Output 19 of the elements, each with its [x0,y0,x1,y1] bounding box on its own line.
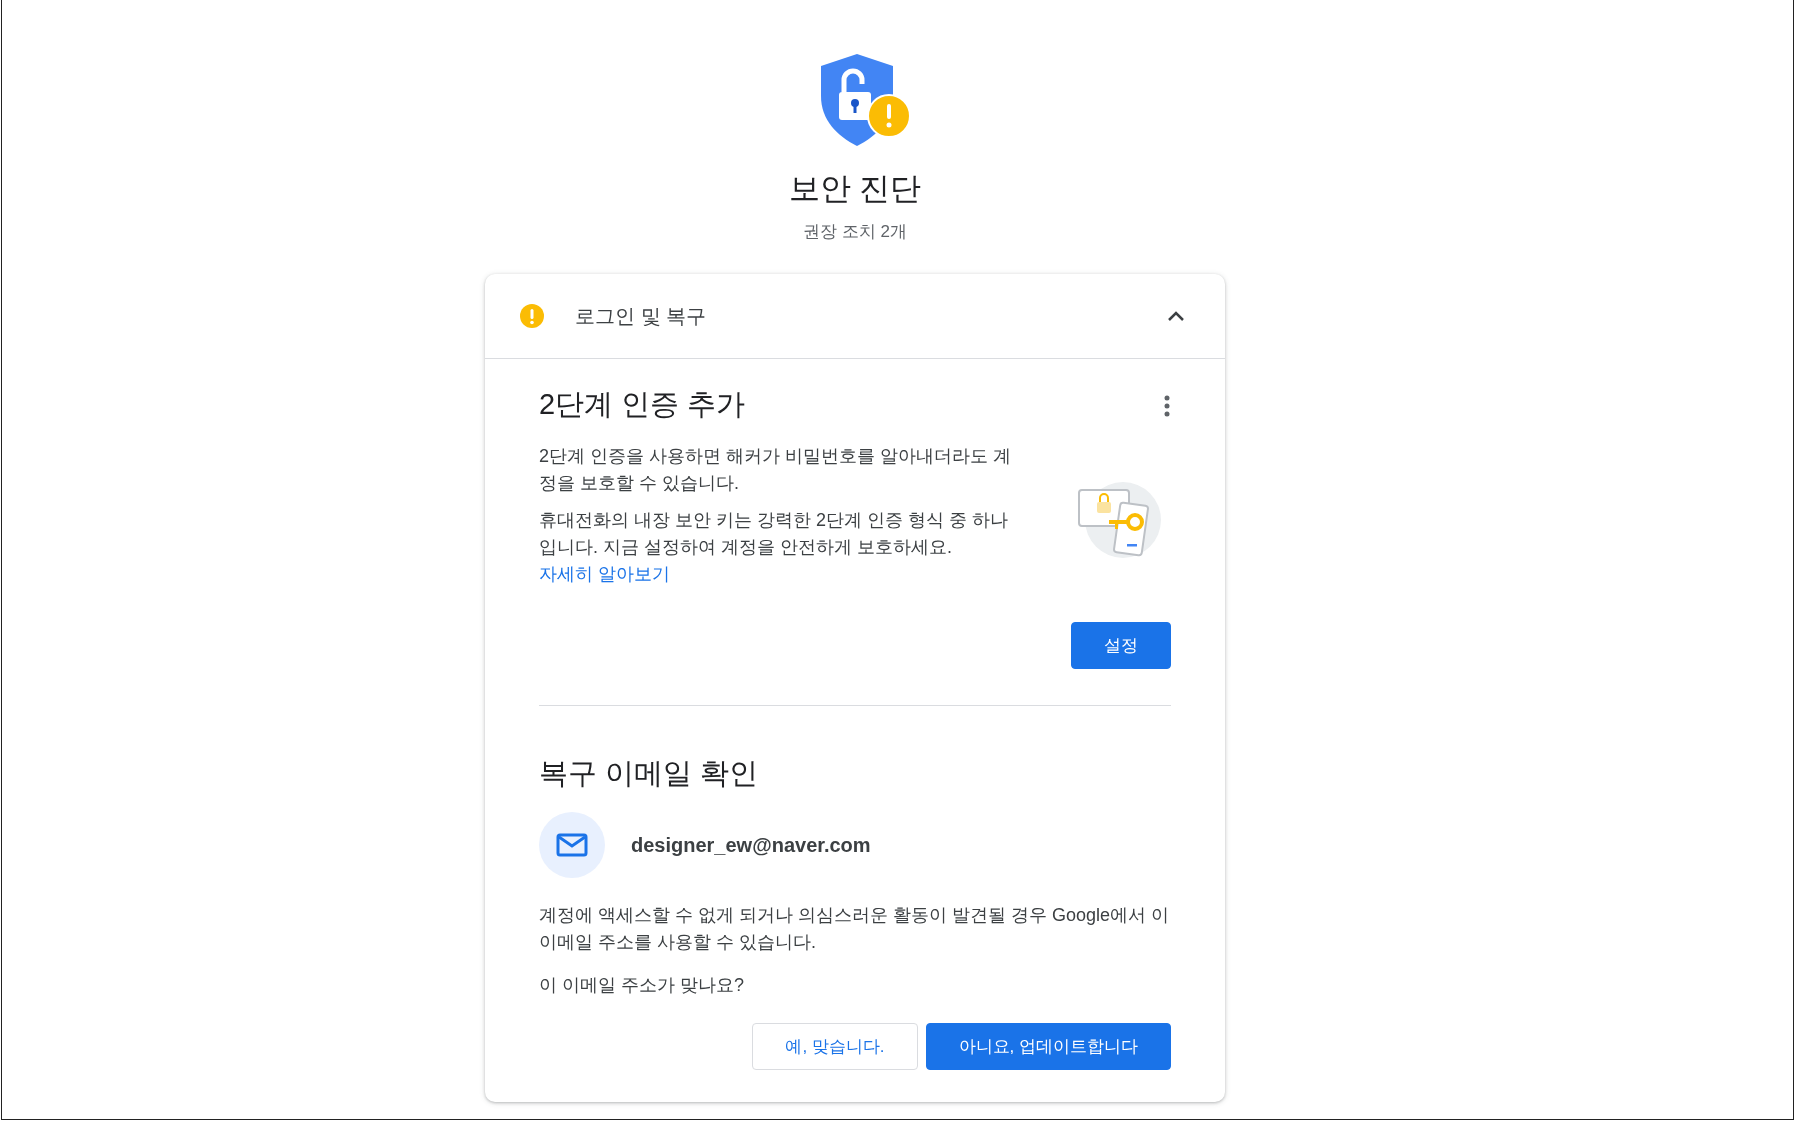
section-header[interactable]: 로그인 및 복구 [485,274,1225,359]
setup-button[interactable]: 설정 [1071,621,1171,669]
confirmation-question: 이 이메일 주소가 맞나요? [539,973,745,997]
item-title: 복구 이메일 확인 [539,756,760,791]
page-title: 보안 진단 [788,170,922,208]
item-description: 계정에 액세스할 수 없게 되거나 의심스러운 활동이 발견될 경우 Google에서 이 이메일 주소를 사용할 수 있습니다. [539,903,1171,954]
update-button[interactable]: 아니요, 업데이트합니다 [925,1022,1171,1070]
chevron-icon[interactable] [1167,310,1185,322]
page-subtitle: 권장 조치 2개 [803,220,907,243]
item-description: 휴대전화의 내장 보안 키는 강력한 2단계 인증 형식 중 하나입니다. 지금 설정하여 계정을 안전하게 보호하세요. 자세히 알아보기 [539,508,1010,586]
learn-more-link[interactable]: 자세히 알아보기 [539,563,670,584]
more-options-icon[interactable] [1163,394,1171,417]
recovery-email: designer_ew@naver.com [631,832,871,858]
section-title: 로그인 및 복구 [575,304,707,329]
warning-icon [519,303,545,329]
item-description: 2단계 인증을 사용하면 해커가 비밀번호를 알아내더라도 계정을 보호할 수 있습니다. [539,444,1013,495]
confirm-button[interactable]: 예, 맞습니다. [752,1022,918,1070]
mail-icon [556,832,588,857]
item-title: 2단계 인증 추가 [539,387,746,422]
